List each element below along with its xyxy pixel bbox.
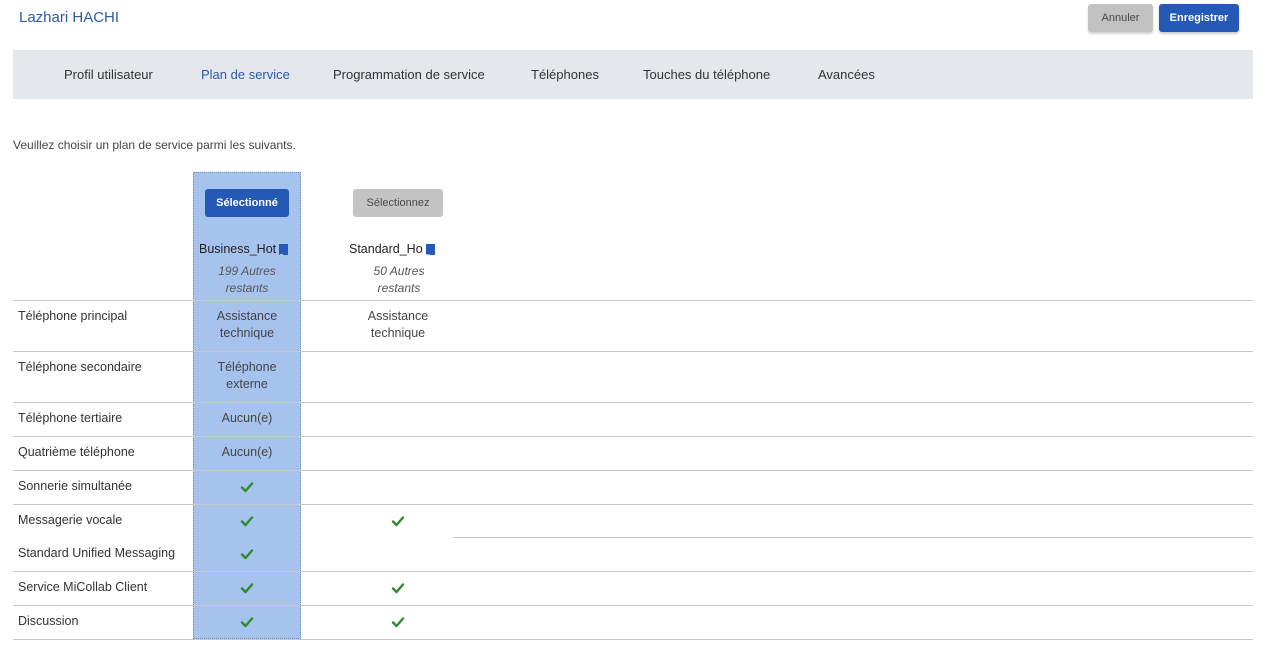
feature-label: Standard Unified Messaging	[18, 546, 176, 560]
row-divider	[13, 351, 1253, 352]
tab-programmation-de-service[interactable]: Programmation de service	[333, 50, 485, 99]
feature-label: Quatrième téléphone	[18, 445, 135, 459]
plan-2-name-text: Standard_Ho	[349, 242, 423, 256]
row-divider	[13, 571, 1253, 572]
intro-text: Veuillez choisir un plan de service parm…	[13, 138, 296, 152]
plan-2-select-button[interactable]: Sélectionnez	[353, 189, 443, 217]
plan-1-feature-value: Téléphone externe	[217, 360, 277, 391]
plan-2-remaining: 50 Autres restants	[373, 264, 425, 295]
feature-label: Messagerie vocale	[18, 513, 123, 527]
checkmark-icon	[391, 516, 405, 527]
tab-profil-utilisateur[interactable]: Profil utilisateur	[64, 50, 153, 99]
feature-label: Téléphone tertiaire	[18, 411, 123, 425]
checkmark-icon	[240, 516, 254, 527]
plan-1-feature-value: Aucun(e)	[221, 411, 273, 425]
tab-plan-de-service[interactable]: Plan de service	[201, 50, 290, 99]
plan-1-selected-button[interactable]: Sélectionné	[205, 189, 289, 217]
feature-label: Sonnerie simultanée	[18, 479, 132, 493]
plan-1-feature-value: Aucun(e)	[221, 445, 273, 459]
ellipsis-icon[interactable]	[425, 243, 435, 256]
checkmark-icon	[240, 482, 254, 493]
tab-avancees[interactable]: Avancées	[818, 50, 875, 99]
row-divider	[13, 504, 1253, 505]
checkmark-icon	[240, 583, 254, 594]
row-divider	[13, 605, 1253, 606]
plan-1-remaining: 199 Autres restants	[218, 264, 276, 295]
checkmark-icon	[391, 617, 405, 628]
tab-touches-du-telephone[interactable]: Touches du téléphone	[643, 50, 770, 99]
feature-label: Téléphone principal	[18, 309, 128, 323]
row-divider	[13, 470, 1253, 471]
plan-2-feature-value: Assistance technique	[367, 309, 429, 340]
row-divider	[453, 537, 1253, 538]
plan-2-name: Standard_Ho	[349, 242, 444, 256]
tab-bar: Profil utilisateur Plan de service Progr…	[13, 50, 1253, 99]
checkmark-icon	[240, 549, 254, 560]
cancel-button[interactable]: Annuler	[1088, 4, 1153, 32]
tab-telephones[interactable]: Téléphones	[531, 50, 599, 99]
plan-1-name: Business_Hot	[199, 242, 294, 256]
plan-1-name-text: Business_Hot	[199, 242, 277, 256]
feature-label: Discussion	[18, 614, 79, 628]
row-divider	[13, 402, 1253, 403]
feature-label: Téléphone secondaire	[18, 360, 142, 374]
save-button[interactable]: Enregistrer	[1159, 4, 1239, 32]
checkmark-icon	[391, 583, 405, 594]
ellipsis-icon[interactable]	[279, 243, 289, 256]
user-name: Lazhari HACHI	[19, 9, 120, 26]
feature-label: Service MiCollab Client	[18, 580, 148, 594]
plan-1-feature-value: Assistance technique	[216, 309, 278, 340]
checkmark-icon	[240, 617, 254, 628]
row-divider	[13, 300, 1253, 301]
row-divider	[13, 436, 1253, 437]
row-divider	[13, 639, 1253, 640]
